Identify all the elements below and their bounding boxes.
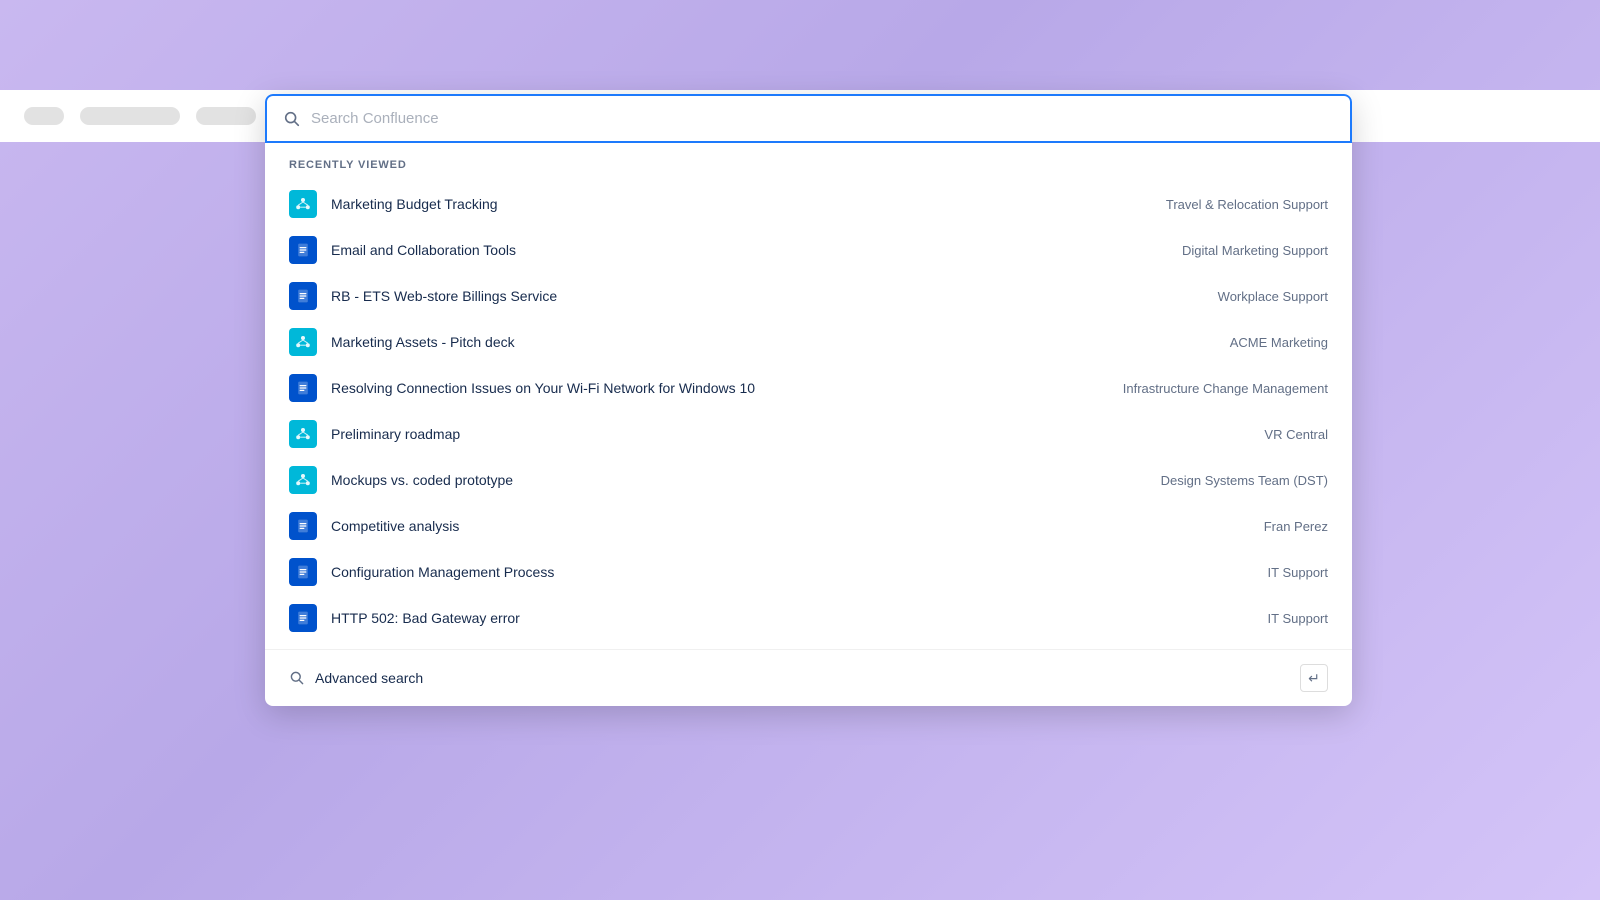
result-space: Workplace Support <box>1218 289 1328 304</box>
result-item[interactable]: Marketing Assets - Pitch deck ACME Market… <box>265 319 1352 365</box>
result-item[interactable]: Email and Collaboration Tools Digital Mar… <box>265 227 1352 273</box>
page-icon <box>289 374 317 402</box>
nav-pill-1 <box>24 107 64 125</box>
page-icon <box>289 604 317 632</box>
result-title: Marketing Assets - Pitch deck <box>331 334 1214 350</box>
result-item[interactable]: HTTP 502: Bad Gateway error IT Support <box>265 595 1352 641</box>
nav-pill-3 <box>196 107 256 125</box>
recently-viewed-label: RECENTLY VIEWED <box>265 159 1352 181</box>
result-item[interactable]: Mockups vs. coded prototype Design System… <box>265 457 1352 503</box>
result-space: ACME Marketing <box>1230 335 1328 350</box>
result-item[interactable]: Resolving Connection Issues on Your Wi-F… <box>265 365 1352 411</box>
result-space: Travel & Relocation Support <box>1166 197 1328 212</box>
result-space: IT Support <box>1268 611 1328 626</box>
search-input[interactable] <box>311 96 1334 141</box>
results-list: Marketing Budget Tracking Travel & Reloca… <box>265 181 1352 641</box>
result-title: Email and Collaboration Tools <box>331 242 1166 258</box>
result-item[interactable]: RB - ETS Web-store Billings Service Workp… <box>265 273 1352 319</box>
result-space: IT Support <box>1268 565 1328 580</box>
whiteboard-icon <box>289 328 317 356</box>
search-icon <box>283 110 301 128</box>
result-item[interactable]: Configuration Management Process IT Suppo… <box>265 549 1352 595</box>
result-item[interactable]: Competitive analysis Fran Perez <box>265 503 1352 549</box>
result-item[interactable]: Marketing Budget Tracking Travel & Reloca… <box>265 181 1352 227</box>
page-icon <box>289 558 317 586</box>
result-space: Digital Marketing Support <box>1182 243 1328 258</box>
result-space: Design Systems Team (DST) <box>1161 473 1328 488</box>
whiteboard-icon <box>289 466 317 494</box>
enter-icon: ↵ <box>1300 664 1328 692</box>
result-item[interactable]: Preliminary roadmap VR Central <box>265 411 1352 457</box>
result-title: Marketing Budget Tracking <box>331 196 1150 212</box>
result-title: RB - ETS Web-store Billings Service <box>331 288 1202 304</box>
result-title: Mockups vs. coded prototype <box>331 472 1145 488</box>
result-space: Fran Perez <box>1264 519 1328 534</box>
result-title: Competitive analysis <box>331 518 1248 534</box>
advanced-search-icon <box>289 670 305 686</box>
page-icon <box>289 512 317 540</box>
result-title: HTTP 502: Bad Gateway error <box>331 610 1252 626</box>
result-title: Resolving Connection Issues on Your Wi-F… <box>331 380 1107 396</box>
result-space: VR Central <box>1264 427 1328 442</box>
search-dropdown: RECENTLY VIEWED Marketing Budget Trackin… <box>265 94 1352 706</box>
dropdown-body: RECENTLY VIEWED Marketing Budget Trackin… <box>265 143 1352 706</box>
result-title: Preliminary roadmap <box>331 426 1248 442</box>
page-icon <box>289 236 317 264</box>
nav-pill-2 <box>80 107 180 125</box>
result-title: Configuration Management Process <box>331 564 1252 580</box>
page-icon <box>289 282 317 310</box>
advanced-search-row[interactable]: Advanced search ↵ <box>265 649 1352 706</box>
advanced-search-label: Advanced search <box>315 670 1300 686</box>
search-input-row <box>265 94 1352 143</box>
whiteboard-icon <box>289 190 317 218</box>
whiteboard-icon <box>289 420 317 448</box>
result-space: Infrastructure Change Management <box>1123 381 1328 396</box>
